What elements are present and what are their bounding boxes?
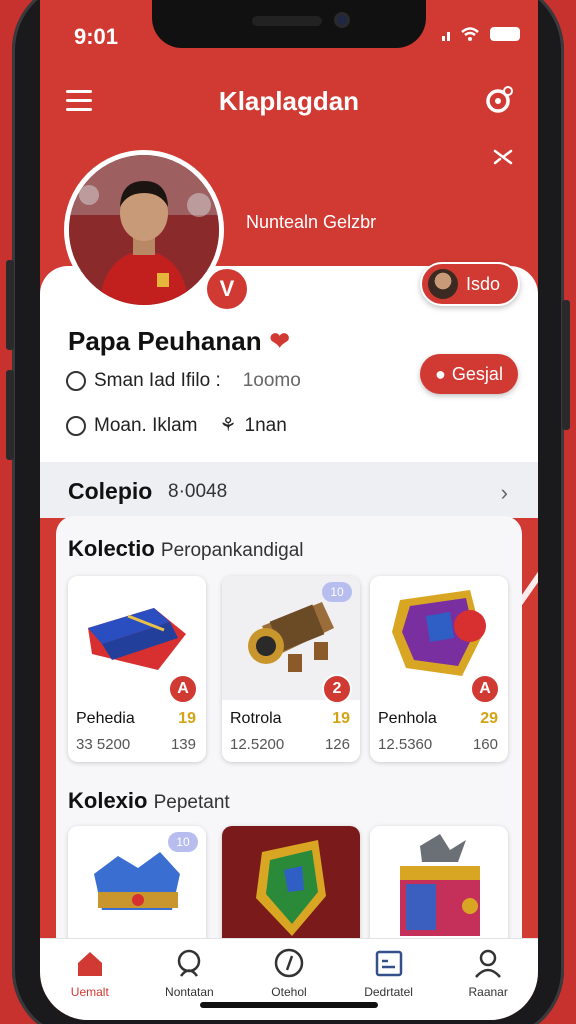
item-name: Rotrola [230, 710, 282, 727]
collection-heading: Kolectio Peropankandigal [68, 536, 304, 562]
item-count: 126 [324, 736, 350, 753]
nav-label: Dedrtatel [364, 985, 413, 999]
item-tag: 10 [322, 582, 352, 602]
item-badge: 2 [322, 674, 352, 704]
player-name-text: Papa Peuhanan [68, 326, 262, 356]
collection-subtitle: Peropankandigal [160, 540, 304, 561]
notch [152, 0, 426, 48]
clock-icon [66, 415, 86, 436]
team-icon: ⚘ [219, 415, 237, 436]
volume-up-button [6, 260, 14, 350]
item-badge: A [168, 674, 198, 704]
app-header: Klaplagdan [40, 76, 538, 126]
collection-title: Kolexio [68, 788, 148, 813]
chest-item-image [370, 826, 508, 950]
speaker [252, 16, 322, 26]
section-title: Colepio [68, 478, 153, 504]
stat-line-1-label: Sman Iad Ifilo : [94, 370, 221, 391]
item-tag: 10 [168, 832, 198, 852]
item-value: 12.5200 [230, 736, 285, 753]
stat-line-2-label: Moan. Iklam [94, 414, 198, 436]
nav-label: Otehol [271, 985, 307, 999]
user-icon [475, 949, 502, 978]
gift-icon: ● [435, 363, 446, 384]
wifi-icon [461, 27, 479, 41]
follow-button-label: Gesjal [451, 363, 503, 384]
chevron-right-icon[interactable]: › [501, 480, 508, 506]
volume-down-button [6, 370, 14, 460]
collection-item[interactable]: 10 2 Rotrola 19 12.5200 126 [222, 576, 360, 762]
friend-chip-label: Isdo [466, 273, 501, 294]
item-value: 33 5200 [76, 736, 131, 753]
status-icons [442, 26, 520, 42]
item-count: 139 [170, 736, 196, 753]
app-title: Klaplagdan [218, 86, 360, 116]
nav-label: Nontatan [165, 985, 214, 999]
shield-item-image [222, 826, 360, 950]
item-score: 29 [480, 710, 498, 727]
front-camera [334, 12, 350, 28]
section-count: 8·0048 [168, 481, 228, 502]
stat-row-2: Moan. Iklam ⚘ 1nan [66, 414, 287, 437]
item-score: 19 [178, 710, 196, 727]
status-time: 9:01 [74, 24, 119, 49]
item-count: 160 [472, 736, 498, 753]
verified-badge: V [204, 266, 250, 312]
calendar-icon [375, 950, 402, 977]
collection-heading: Kolexio Pepetant [68, 788, 230, 814]
stat-line-1-value: 1oomo [242, 370, 301, 391]
power-button [562, 300, 570, 430]
collection-subtitle: Pepetant [153, 792, 230, 813]
stat-line-2-value: 1nan [244, 414, 287, 436]
item-name: Penhola [378, 710, 437, 727]
player-name: Papa Peuhanan ❤ [68, 326, 290, 357]
nav-label: Uemalt [70, 985, 109, 999]
mini-avatar [428, 269, 458, 299]
collection-item[interactable]: A Pehedia 19 33 5200 139 [68, 576, 206, 762]
collection-title: Kolectio [68, 536, 155, 561]
nav-label: Raanar [468, 985, 508, 999]
battery-icon [490, 27, 520, 41]
collection-item[interactable]: A Penhola 29 12.5360 160 [370, 576, 508, 762]
compass-icon [274, 948, 304, 978]
home-indicator[interactable] [200, 1002, 378, 1008]
home-icon [77, 952, 102, 976]
player-portrait [69, 155, 219, 305]
collection-section-bar[interactable]: Colepio 8·0048 › [40, 462, 538, 518]
stat-row-1: Sman Iad Ifilo : 1oomo [66, 370, 301, 392]
item-value: 12.5360 [378, 736, 433, 753]
player-avatar[interactable] [64, 150, 224, 310]
ball-icon [66, 371, 86, 391]
share-icon[interactable] [492, 146, 514, 168]
notification-icon[interactable] [484, 84, 516, 116]
item-name: Pehedia [76, 710, 135, 727]
item-badge: A [470, 674, 500, 704]
follow-button[interactable]: ● Gesjal [420, 354, 518, 394]
item-score: 19 [332, 710, 350, 727]
app-screen: 9:01 Klaplagdan V Nuntealn Gelzbr Isdo P… [40, 0, 538, 1020]
nav-item-home[interactable]: Uemalt [40, 939, 140, 1020]
search-icon [178, 949, 201, 977]
heart-icon[interactable]: ❤ [270, 327, 290, 356]
signal-icon [442, 27, 450, 41]
team-name: Nuntealn Gelzbr [246, 212, 377, 232]
friend-chip[interactable]: Isdo [420, 262, 520, 306]
nav-item-profile[interactable]: Raanar [438, 939, 538, 1020]
